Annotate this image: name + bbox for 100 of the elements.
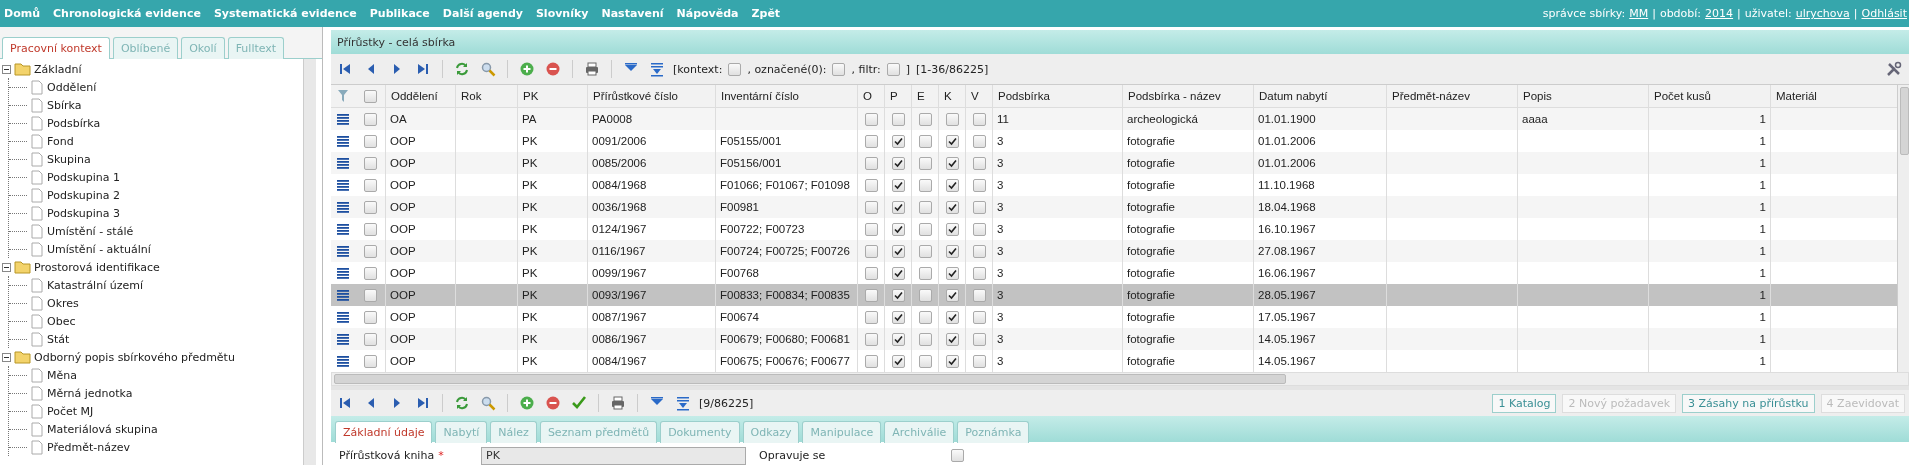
checkbox[interactable] <box>891 112 905 126</box>
checkbox[interactable] <box>945 332 959 346</box>
collapse-icon[interactable] <box>2 352 11 362</box>
tree-item[interactable]: Podskupina 3 <box>47 206 120 220</box>
menu-icon[interactable] <box>337 267 349 279</box>
column-header[interactable]: PK <box>523 90 539 102</box>
checkbox[interactable] <box>972 288 986 302</box>
tree-item[interactable]: Umístění - aktuální <box>47 242 151 256</box>
checkbox[interactable] <box>945 134 959 148</box>
column-header[interactable]: Předmět-název <box>1392 90 1470 102</box>
column-header[interactable]: Počet kusů <box>1654 90 1711 102</box>
checkbox[interactable] <box>864 156 878 170</box>
checkbox[interactable] <box>918 200 932 214</box>
checkbox[interactable] <box>864 310 878 324</box>
checkbox[interactable] <box>891 222 905 236</box>
sidebar-tab[interactable]: Pracovní kontext <box>2 37 110 59</box>
checkbox[interactable] <box>972 266 986 280</box>
menu-icon[interactable] <box>337 201 349 213</box>
tree-item[interactable]: Sbírka <box>47 98 82 112</box>
checkbox[interactable] <box>864 288 878 302</box>
checkbox[interactable] <box>972 354 986 368</box>
checkbox[interactable] <box>945 222 959 236</box>
checkbox[interactable] <box>832 62 846 76</box>
tree-item[interactable]: Stát <box>47 332 70 346</box>
checkbox[interactable] <box>918 354 932 368</box>
checkbox[interactable] <box>891 200 905 214</box>
checkbox[interactable] <box>918 244 932 258</box>
checkbox[interactable] <box>891 134 905 148</box>
tree-item[interactable]: Podsbírka <box>47 116 101 130</box>
table-row[interactable]: OOP PK 0116/1967 F00724; F00725; F00726 3 fotografie 27.08.1967 1 <box>331 240 1897 262</box>
checkbox[interactable] <box>891 156 905 170</box>
row-checkbox[interactable] <box>363 200 377 214</box>
scrollbar[interactable] <box>303 59 316 465</box>
column-header[interactable]: O <box>863 90 872 102</box>
checkbox[interactable] <box>891 244 905 258</box>
checkbox[interactable] <box>891 178 905 192</box>
column-header[interactable]: P <box>890 90 898 102</box>
checkbox[interactable] <box>891 288 905 302</box>
menu-icon[interactable] <box>337 355 349 367</box>
checkbox[interactable] <box>864 178 878 192</box>
tree-item[interactable]: Podskupina 1 <box>47 170 120 184</box>
tree-item[interactable]: Skupina <box>47 152 91 166</box>
checkbox[interactable] <box>945 112 959 126</box>
menu-icon[interactable] <box>337 157 349 169</box>
checkbox[interactable] <box>945 310 959 324</box>
checkbox[interactable] <box>918 156 932 170</box>
checkbox[interactable] <box>864 134 878 148</box>
detail-tab[interactable]: Základní údaje <box>335 421 433 443</box>
menu-icon[interactable] <box>337 179 349 191</box>
checkbox[interactable] <box>945 266 959 280</box>
checkbox[interactable] <box>945 178 959 192</box>
column-header[interactable]: Rok <box>461 90 482 102</box>
column-header[interactable]: E <box>917 90 925 102</box>
checkbox[interactable] <box>945 200 959 214</box>
tree-item[interactable]: Podskupina 2 <box>47 188 120 202</box>
checkbox[interactable] <box>945 354 959 368</box>
column-header[interactable]: K <box>944 90 952 102</box>
filter-icon[interactable] <box>338 90 348 102</box>
checkbox[interactable] <box>972 222 986 236</box>
action-button[interactable]: 3 Zásahy na přírůstku <box>1682 393 1815 413</box>
checkbox[interactable] <box>972 178 986 192</box>
column-header[interactable]: V <box>971 90 979 102</box>
horizontal-scrollbar[interactable] <box>331 372 1909 386</box>
action-button[interactable]: 1 Katalog <box>1492 393 1557 413</box>
checkbox[interactable] <box>728 62 742 76</box>
tree-item[interactable]: Měrná jednotka <box>47 386 133 400</box>
checkbox[interactable] <box>918 222 932 236</box>
collapse-icon[interactable] <box>2 64 11 74</box>
tree-item[interactable]: Počet MJ <box>47 404 94 418</box>
row-checkbox[interactable] <box>363 266 377 280</box>
checkbox[interactable] <box>945 288 959 302</box>
checkbox[interactable] <box>918 288 932 302</box>
scrollbar[interactable] <box>1897 85 1909 372</box>
tree-item[interactable]: Oddělení <box>47 80 97 94</box>
checkbox[interactable] <box>918 178 932 192</box>
tree-item[interactable]: Katastrální území <box>47 278 143 292</box>
checkbox[interactable] <box>972 310 986 324</box>
column-header[interactable]: Popis <box>1523 90 1552 102</box>
table-row[interactable]: OA PA PA0008 11 archeologická 01.01.1900 aaaa 1 <box>331 108 1897 130</box>
row-checkbox[interactable] <box>363 178 377 192</box>
tree-item[interactable]: Materiálová skupina <box>47 422 158 436</box>
row-checkbox[interactable] <box>363 156 377 170</box>
menu-icon[interactable] <box>337 311 349 323</box>
checkbox[interactable] <box>891 310 905 324</box>
row-checkbox[interactable] <box>363 310 377 324</box>
checkbox[interactable] <box>918 266 932 280</box>
table-row[interactable]: OOP PK 0086/1967 F00679; F00680; F00681 3 fotografie 14.05.1967 1 <box>331 328 1897 350</box>
tree-item[interactable]: Umístění - stálé <box>47 224 134 238</box>
checkbox[interactable] <box>864 200 878 214</box>
row-checkbox[interactable] <box>363 244 377 258</box>
checkbox[interactable] <box>972 112 986 126</box>
tree-item[interactable]: Předmět-název <box>47 440 130 454</box>
tree-group[interactable]: Odborný popis sbírkového předmětu <box>34 350 235 364</box>
checkbox[interactable] <box>945 156 959 170</box>
column-header[interactable]: Materiál <box>1776 90 1817 102</box>
checkbox[interactable] <box>864 112 878 126</box>
row-checkbox[interactable] <box>363 222 377 236</box>
checkbox[interactable] <box>972 156 986 170</box>
row-checkbox[interactable] <box>363 134 377 148</box>
checkbox[interactable] <box>972 134 986 148</box>
